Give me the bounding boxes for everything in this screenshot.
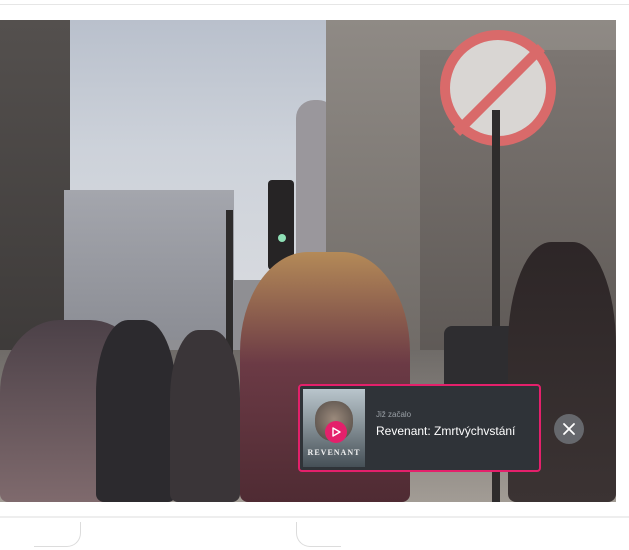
movie-poster: REVENANT [303,389,365,467]
notification-title: Revenant: Zmrtvýchvstání [376,424,516,438]
tv-stand-right [296,522,341,547]
tv-frame: REVENANT Již začalo Revenant: Zmrtvýchvs… [0,0,629,550]
pedestrian-3 [170,330,240,502]
play-button[interactable] [325,421,347,443]
traffic-light-green [278,234,286,242]
pedestrian-2 [96,320,176,502]
close-icon [563,423,575,435]
building-left [0,20,70,360]
notification-subtitle: Již začalo [376,410,412,419]
top-bezel [0,4,629,5]
bottom-bezel [0,516,629,518]
tv-stand-left [34,522,81,547]
building-middle [64,190,234,340]
play-icon [332,427,341,437]
poster-title: REVENANT [307,448,361,457]
now-playing-notification[interactable]: REVENANT Již začalo Revenant: Zmrtvýchvs… [298,384,541,472]
notification-text: Již začalo Revenant: Zmrtvýchvstání [376,409,536,439]
close-button[interactable] [554,414,584,444]
